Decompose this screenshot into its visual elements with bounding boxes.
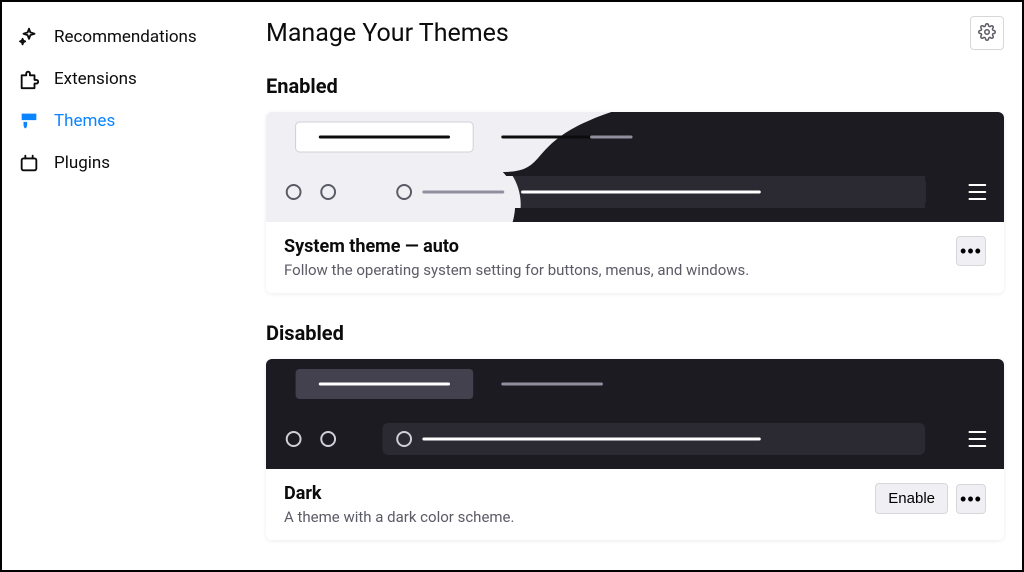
page-title: Manage Your Themes — [266, 19, 509, 48]
theme-name: System theme — auto — [284, 236, 749, 257]
enable-button[interactable]: Enable — [875, 483, 948, 514]
plugin-icon — [18, 152, 40, 174]
theme-more-button[interactable]: ••• — [956, 236, 986, 266]
theme-card-system: System theme — auto Follow the operating… — [266, 112, 1004, 293]
sidebar-item-label: Plugins — [54, 153, 110, 173]
sidebar-item-extensions[interactable]: Extensions — [10, 58, 234, 100]
gear-icon — [978, 23, 996, 44]
sidebar: Recommendations Extensions Themes Plugin… — [2, 2, 242, 570]
theme-preview-dark — [266, 359, 1004, 469]
sparkle-icon — [18, 26, 40, 48]
main-content: Manage Your Themes Enabled — [242, 2, 1022, 570]
theme-preview-system — [266, 112, 1004, 222]
sidebar-item-label: Themes — [54, 111, 115, 131]
section-disabled-title: Disabled — [266, 321, 1004, 345]
sidebar-item-themes[interactable]: Themes — [10, 100, 234, 142]
theme-description: A theme with a dark color scheme. — [284, 508, 514, 526]
sidebar-item-label: Extensions — [54, 69, 137, 89]
theme-card-dark: Dark A theme with a dark color scheme. E… — [266, 359, 1004, 540]
theme-more-button[interactable]: ••• — [956, 484, 986, 514]
paintbrush-icon — [18, 110, 40, 132]
settings-button[interactable] — [970, 16, 1004, 50]
sidebar-item-plugins[interactable]: Plugins — [10, 142, 234, 184]
theme-description: Follow the operating system setting for … — [284, 261, 749, 279]
theme-name: Dark — [284, 483, 514, 504]
section-enabled-title: Enabled — [266, 74, 1004, 98]
sidebar-item-recommendations[interactable]: Recommendations — [10, 16, 234, 58]
puzzle-icon — [18, 68, 40, 90]
sidebar-item-label: Recommendations — [54, 27, 197, 47]
